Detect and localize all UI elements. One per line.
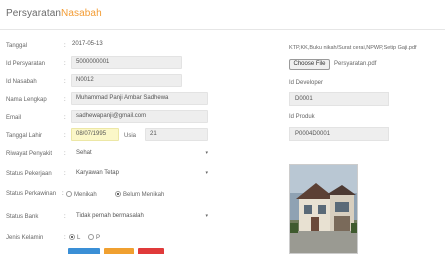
radio-menikah[interactable]: Menikah <box>66 191 97 198</box>
riwayat-penyakit-label: Riwayat Penyakit <box>6 151 53 157</box>
status-pekerjaan-label: Status Pekerjaan <box>6 171 52 177</box>
colon: : <box>64 214 66 220</box>
colon: : <box>64 79 66 85</box>
cancel-button[interactable] <box>138 248 164 254</box>
usia-field: 21 <box>145 128 208 141</box>
id-developer-label: Id Developer <box>289 80 324 86</box>
colon: : <box>64 61 66 67</box>
status-pekerjaan-select[interactable]: Karyawan Tetap ▾ <box>76 167 208 180</box>
riwayat-penyakit-select[interactable]: Sehat ▾ <box>76 147 208 160</box>
status-bank-label: Status Bank <box>6 214 39 220</box>
reset-button[interactable] <box>104 248 134 254</box>
choose-file-button[interactable]: Choose File <box>289 59 330 70</box>
house-photo <box>289 164 358 254</box>
colon: : <box>64 133 66 139</box>
submit-button[interactable] <box>68 248 100 254</box>
tanggal-label: Tanggal <box>6 43 28 49</box>
tanggal-lahir-label: Tanggal Lahir <box>6 133 43 139</box>
radio-p-label: P <box>96 235 101 241</box>
tanggal-lahir-field[interactable]: 08/07/1995 <box>71 128 119 141</box>
id-persyaratan-field[interactable]: 5000000001 <box>71 56 182 69</box>
radio-button-selected <box>69 234 75 240</box>
id-persyaratan-label: Id Persyaratan <box>6 61 46 67</box>
colon: : <box>62 191 64 197</box>
page-title: PersyaratanNasabah <box>6 8 102 19</box>
radio-button <box>66 191 72 197</box>
status-pekerjaan-value: Karyawan Tetap <box>76 170 119 176</box>
email-label: Email <box>6 115 22 121</box>
nama-lengkap-field[interactable]: Muhammad Panji Ambar Sadhewa <box>71 92 208 105</box>
jenis-kelamin-label: Jenis Kelamin <box>6 235 44 241</box>
file-name: Persyaratan.pdf <box>334 61 377 67</box>
id-produk-label: Id Produk <box>289 114 315 120</box>
title-main: Persyaratan <box>6 8 62 19</box>
chevron-down-icon: ▾ <box>205 150 208 156</box>
status-perkawinan-label: Status Perkawinan <box>6 191 57 197</box>
colon: : <box>64 115 66 121</box>
header-divider <box>0 29 445 30</box>
email-field[interactable]: sadhewapanji@gmail.com <box>71 110 208 123</box>
chevron-down-icon: ▾ <box>205 213 208 219</box>
colon: : <box>64 97 66 103</box>
radio-menikah-label: Menikah <box>74 192 97 198</box>
status-bank-value: Tidak pernah bermasalah <box>76 213 144 219</box>
id-nasabah-label: Id Nasabah <box>6 79 37 85</box>
id-produk-field[interactable]: P0004D0001 <box>289 127 389 141</box>
colon: : <box>64 43 66 49</box>
colon: : <box>64 235 66 241</box>
colon: : <box>64 151 66 157</box>
riwayat-penyakit-value: Sehat <box>76 150 92 156</box>
nama-lengkap-label: Nama Lengkap <box>6 97 47 103</box>
status-bank-select[interactable]: Tidak pernah bermasalah ▾ <box>76 210 208 223</box>
radio-belum-menikah-label: Belum Menikah <box>123 192 165 198</box>
id-developer-field[interactable]: D0001 <box>289 92 389 106</box>
tanggal-field: 2017-05-13 <box>68 39 128 52</box>
radio-button-selected <box>115 191 121 197</box>
title-accent: Nasabah <box>61 8 102 19</box>
chevron-down-icon: ▾ <box>205 170 208 176</box>
radio-p[interactable]: P <box>88 234 100 241</box>
radio-button <box>88 234 94 240</box>
usia-label: Usia <box>124 133 137 139</box>
radio-l-label: L <box>77 235 81 241</box>
radio-belum-menikah[interactable]: Belum Menikah <box>115 191 164 198</box>
radio-l[interactable]: L <box>69 234 80 241</box>
upload-label: KTP,KK,Buku nikah/Surat cerai,NPWP,Setip… <box>289 45 417 51</box>
id-nasabah-field[interactable]: N0012 <box>71 74 182 87</box>
colon: : <box>64 171 66 177</box>
